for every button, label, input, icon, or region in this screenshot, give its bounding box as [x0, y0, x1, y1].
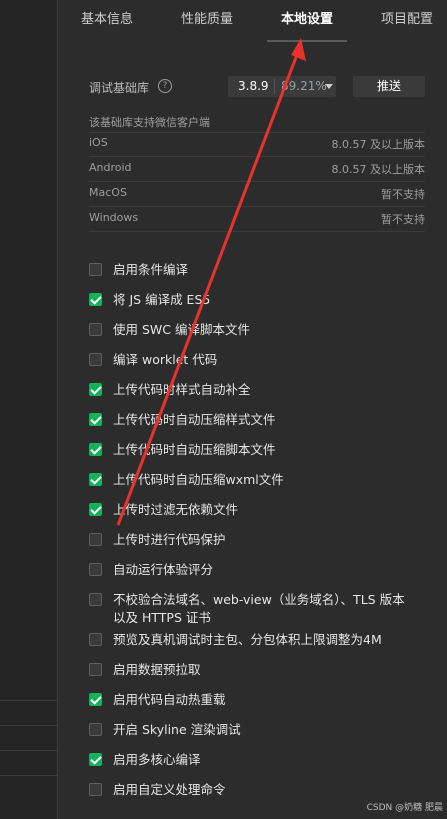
- checkbox[interactable]: [89, 563, 102, 576]
- divider: [89, 156, 425, 157]
- base-library-row: 调试基础库 ? 3.8.9 89.21% 推送: [89, 76, 427, 98]
- tab-local-settings[interactable]: 本地设置: [281, 8, 333, 27]
- library-version: 3.8.9: [238, 79, 269, 93]
- left-panel-row: [0, 725, 57, 750]
- checkbox-checked[interactable]: [89, 473, 102, 486]
- platform-name: Android: [89, 161, 132, 174]
- option-label: 自动运行体验评分: [113, 562, 214, 577]
- divider: [89, 181, 425, 182]
- checkbox[interactable]: [89, 323, 102, 336]
- checkbox[interactable]: [89, 353, 102, 366]
- version-separator: [274, 79, 275, 94]
- divider: [89, 231, 425, 232]
- checkbox-checked[interactable]: [89, 443, 102, 456]
- checkbox[interactable]: [89, 633, 102, 646]
- checkbox-checked[interactable]: [89, 753, 102, 766]
- option-label: 上传代码时自动压缩wxml文件: [113, 472, 284, 487]
- checkbox-checked[interactable]: [89, 293, 102, 306]
- checkbox[interactable]: [89, 783, 102, 796]
- help-icon[interactable]: ?: [158, 79, 172, 93]
- platform-support: 8.0.57 及以上版本: [331, 163, 425, 176]
- option-label: 启用代码自动热重载: [113, 692, 226, 707]
- checkbox-checked[interactable]: [89, 503, 102, 516]
- option-label: 启用自定义处理命令: [113, 782, 226, 797]
- option-label: 上传时进行代码保护: [113, 532, 226, 547]
- platform-support: 暂不支持: [381, 213, 425, 226]
- tab-project-config[interactable]: 项目配置: [381, 8, 433, 27]
- platform-name: MacOS: [89, 186, 127, 199]
- support-row-windows: Windows 暂不支持: [89, 211, 425, 227]
- option-label: 使用 SWC 编译脚本文件: [113, 322, 250, 337]
- option-label: 启用条件编译: [113, 262, 189, 277]
- watermark: CSDN @奶糖 肥晨: [366, 803, 443, 813]
- support-row-macos: MacOS 暂不支持: [89, 186, 425, 202]
- platform-name: Windows: [89, 211, 139, 224]
- checkbox[interactable]: [89, 663, 102, 676]
- left-panel: [0, 0, 57, 819]
- support-row-ios: iOS 8.0.57 及以上版本: [89, 136, 425, 152]
- left-panel-row: [0, 750, 57, 775]
- support-title: 该基础库支持微信客户端: [89, 116, 210, 129]
- option-label: 上传代码时自动压缩样式文件: [113, 412, 276, 427]
- option-label: 不校验合法域名、web-view（业务域名）、TLS 版本以及 HTTPS 证书: [113, 592, 405, 625]
- option-label: 上传代码时样式自动补全: [113, 382, 251, 397]
- checkbox-checked[interactable]: [89, 383, 102, 396]
- option-label: 开启 Skyline 渲染调试: [113, 722, 241, 737]
- push-button[interactable]: 推送: [353, 76, 425, 97]
- support-row-android: Android 8.0.57 及以上版本: [89, 161, 425, 177]
- checkbox[interactable]: [89, 593, 102, 606]
- base-library-label: 调试基础库: [89, 81, 150, 95]
- option-label: 上传代码时自动压缩脚本文件: [113, 442, 276, 457]
- option-label: 预览及真机调试时主包、分包体积上限调整为4M: [113, 632, 382, 647]
- checkbox[interactable]: [89, 723, 102, 736]
- active-tab-indicator: [267, 40, 347, 42]
- library-coverage: 89.21%: [281, 79, 327, 93]
- checkbox-checked[interactable]: [89, 693, 102, 706]
- option-label: 上传时过滤无依赖文件: [113, 502, 239, 517]
- panel-divider: [57, 0, 58, 819]
- checkbox[interactable]: [89, 533, 102, 546]
- divider: [89, 132, 425, 133]
- option-label: 启用数据预拉取: [113, 662, 201, 677]
- tab-basic-info[interactable]: 基本信息: [81, 8, 133, 27]
- settings-tabs: 基本信息 性能质量 本地设置 项目配置: [58, 0, 447, 44]
- option-label: 启用多核心编译: [113, 752, 201, 767]
- checkbox[interactable]: [89, 263, 102, 276]
- library-version-select[interactable]: 3.8.9 89.21%: [228, 76, 336, 97]
- divider: [89, 206, 425, 207]
- tab-performance[interactable]: 性能质量: [181, 8, 233, 27]
- option-label: 编译 worklet 代码: [113, 352, 218, 367]
- left-panel-row: [0, 775, 57, 800]
- platform-support: 暂不支持: [381, 188, 425, 201]
- left-panel-row: [0, 700, 57, 725]
- chevron-down-icon: [325, 84, 333, 89]
- platform-name: iOS: [89, 136, 108, 149]
- checkbox-checked[interactable]: [89, 413, 102, 426]
- option-label: 将 JS 编译成 ES5: [113, 292, 211, 307]
- platform-support: 8.0.57 及以上版本: [331, 138, 425, 151]
